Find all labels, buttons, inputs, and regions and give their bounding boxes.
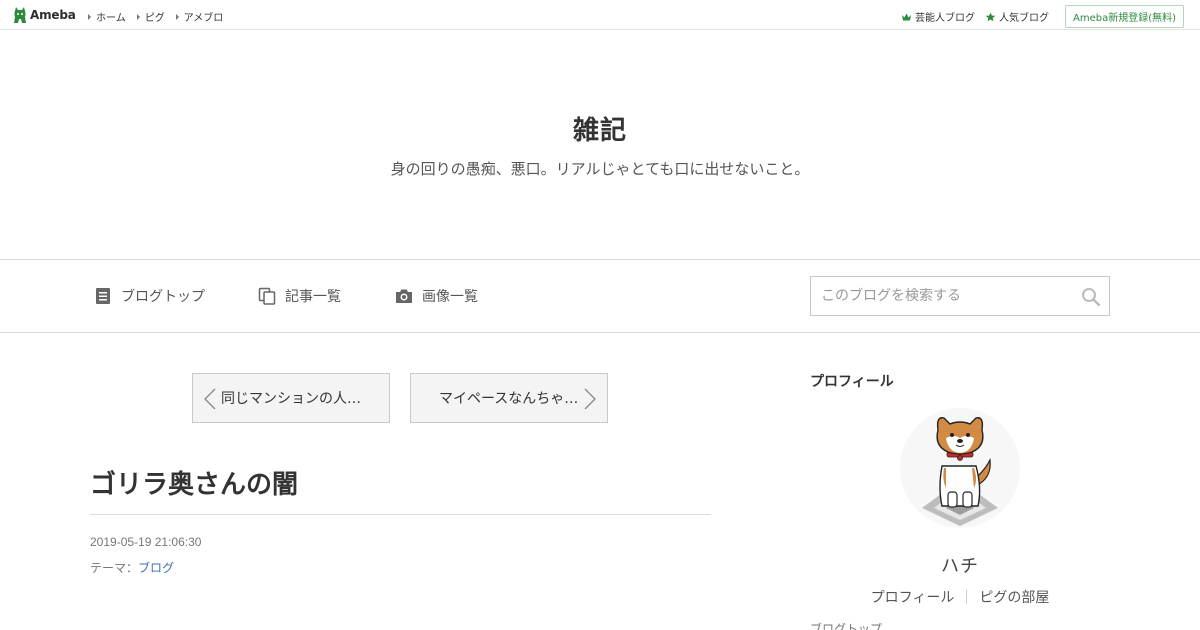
blog-nav-images[interactable]: 画像一覧	[395, 286, 478, 306]
blog-nav-label: 記事一覧	[285, 289, 341, 305]
entry-theme-link[interactable]: ブログ	[138, 561, 174, 575]
chevron-right-icon	[584, 388, 596, 410]
star-icon	[985, 12, 996, 21]
entry-date: 2019-05-19 21:06:30	[90, 535, 202, 549]
global-nav: ホーム ピグ アメブロ	[88, 9, 223, 24]
global-nav-home[interactable]: ホーム	[88, 9, 126, 24]
blog-nav-top[interactable]: ブログトップ	[94, 286, 205, 306]
blog-header: 雑記 身の回りの愚痴、悪口。リアルじゃとても口に出せないこと。	[0, 30, 1200, 260]
profile-link[interactable]: プロフィール	[859, 587, 967, 607]
search-icon[interactable]	[1081, 287, 1101, 307]
search-input[interactable]	[811, 277, 1073, 315]
popular-blog-label: 人気ブログ	[998, 13, 1049, 24]
copy-icon	[258, 287, 276, 305]
prev-entry-button[interactable]: 同じマンションの人…	[192, 373, 390, 423]
blog-description: 身の回りの愚痴、悪口。リアルじゃとても口に出せないこと。	[390, 160, 810, 178]
popular-blog-link[interactable]: 人気ブログ	[985, 9, 1049, 24]
camera-icon	[396, 289, 412, 303]
ameba-logo[interactable]: Ameba	[13, 6, 76, 24]
entry-divider	[90, 514, 711, 515]
crown-icon	[901, 13, 911, 20]
document-icon	[96, 288, 110, 304]
avatar[interactable]	[900, 408, 1020, 528]
global-header: Ameba ホーム ピグ アメブロ 芸能人ブログ 人気ブログ Ameba新規登録…	[0, 0, 1200, 30]
sidebar-cut-text: ブログトップ	[810, 622, 883, 630]
global-header-right: 芸能人ブログ 人気ブログ Ameba新規登録(無料)	[901, 5, 1184, 28]
caret-right-icon	[88, 13, 91, 20]
next-entry-label: マイペースなんちゃ…	[439, 391, 579, 407]
chevron-left-icon	[204, 388, 216, 410]
blog-title[interactable]: 雑記	[0, 110, 1200, 147]
caret-right-icon	[136, 13, 140, 20]
next-entry-button[interactable]: マイペースなんちゃ…	[410, 373, 608, 423]
blog-search	[810, 276, 1110, 316]
pigg-room-link[interactable]: ピグの部屋	[967, 587, 1061, 607]
register-button[interactable]: Ameba新規登録(無料)	[1064, 5, 1184, 28]
celebrity-blog-link[interactable]: 芸能人ブログ	[901, 9, 975, 24]
dog-avatar-illustration	[900, 408, 1020, 528]
ameba-logo-icon	[14, 7, 26, 23]
entry-theme-prefix: テーマ：	[90, 561, 139, 575]
caret-right-icon	[175, 13, 179, 20]
celebrity-blog-label: 芸能人ブログ	[914, 13, 975, 24]
global-nav-ameblo[interactable]: アメブロ	[175, 9, 224, 24]
blog-nav-label: ブログトップ	[121, 289, 205, 305]
global-nav-label: ホーム	[96, 13, 126, 24]
profile-heading: プロフィール	[810, 374, 894, 390]
prev-entry-label: 同じマンションの人…	[221, 391, 361, 407]
blog-nav-label: 画像一覧	[422, 289, 478, 305]
global-nav-label: ピグ	[144, 13, 165, 24]
profile-name[interactable]: ハチ	[810, 552, 1110, 578]
global-nav-label: アメブロ	[183, 13, 224, 24]
entry-title[interactable]: ゴリラ奥さんの闇	[90, 464, 298, 501]
blog-nav: ブログトップ 記事一覧 画像一覧	[0, 260, 1200, 333]
entry-theme: テーマ：ブログ	[90, 559, 174, 576]
ameba-logo-text: Ameba	[30, 8, 76, 22]
blog-nav-entries[interactable]: 記事一覧	[258, 286, 341, 306]
global-nav-pigg[interactable]: ピグ	[136, 9, 165, 24]
profile-links: プロフィール ピグの部屋	[810, 587, 1110, 607]
